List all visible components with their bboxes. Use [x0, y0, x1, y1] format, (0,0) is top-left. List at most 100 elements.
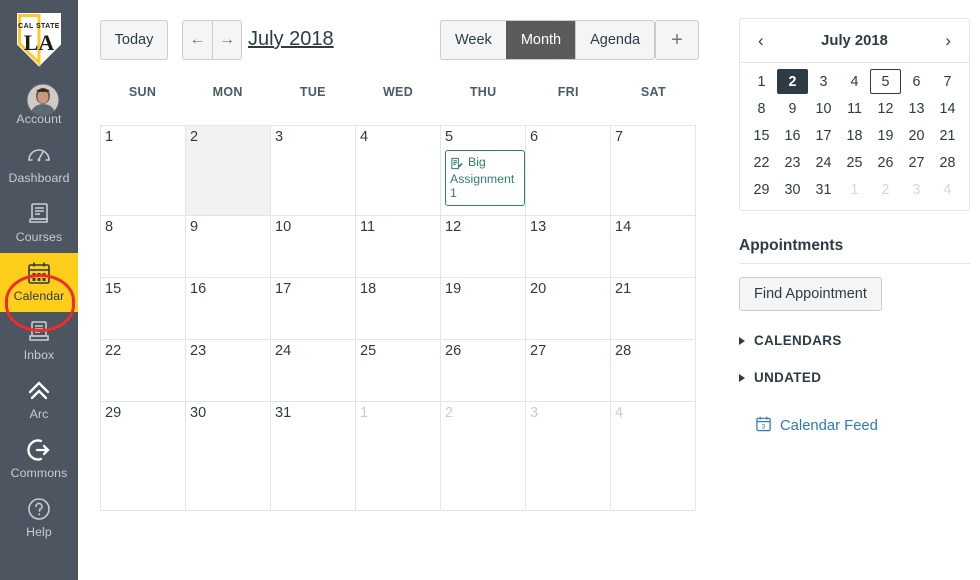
calendar-day-cell[interactable]: 2 [441, 402, 526, 511]
calendar-day-cell[interactable]: 9 [186, 216, 271, 278]
mini-calendar-day[interactable]: 17 [808, 123, 839, 148]
mini-calendar-day[interactable]: 15 [746, 123, 777, 148]
page-title[interactable]: July 2018 [248, 28, 334, 51]
mini-calendar-title: July 2018 [821, 32, 888, 49]
calendar-day-cell[interactable]: 14 [611, 216, 696, 278]
sidebar-item-dashboard[interactable]: Dashboard [0, 135, 78, 194]
calendar-day-cell[interactable]: 7 [611, 126, 696, 216]
mini-calendar-prev-button[interactable]: ‹ [754, 30, 768, 51]
calendar-day-cell[interactable]: 27 [526, 340, 611, 402]
sidebar-item-account[interactable]: Account [0, 76, 78, 135]
mini-calendar-day[interactable]: 28 [932, 150, 963, 175]
calendar-day-cell[interactable]: 20 [526, 278, 611, 340]
day-number: 10 [275, 219, 292, 235]
calendar-day-cell[interactable]: 13 [526, 216, 611, 278]
calendar-day-cell[interactable]: 25 [356, 340, 441, 402]
mini-calendar-day[interactable]: 5 [870, 69, 901, 94]
mini-calendar-day[interactable]: 3 [901, 177, 932, 202]
sidebar-item-help[interactable]: Help [0, 489, 78, 548]
calendar-day-cell[interactable]: 12 [441, 216, 526, 278]
calendar-day-cell[interactable]: 28 [611, 340, 696, 402]
calendar-day-cell[interactable]: 21 [611, 278, 696, 340]
calendars-section-toggle[interactable]: CALENDARS [739, 333, 968, 348]
mini-calendar-day[interactable]: 16 [777, 123, 808, 148]
mini-calendar-day[interactable]: 25 [839, 150, 870, 175]
mini-calendar-day[interactable]: 8 [746, 96, 777, 121]
sidebar-item-commons[interactable]: Commons [0, 430, 78, 489]
mini-calendar-day[interactable]: 12 [870, 96, 901, 121]
sidebar-item-inbox[interactable]: Inbox [0, 312, 78, 371]
calendar-day-cell[interactable]: 15 [101, 278, 186, 340]
calendar-toolbar: Today ← → July 2018 Week Month Agenda + [100, 20, 718, 62]
calendar-event[interactable]: Big Assignment 1 [445, 150, 525, 206]
mini-calendar-day[interactable]: 27 [901, 150, 932, 175]
mini-calendar-day[interactable]: 24 [808, 150, 839, 175]
calendar-day-cell[interactable]: 23 [186, 340, 271, 402]
calendar-day-cell[interactable]: 26 [441, 340, 526, 402]
mini-calendar-day[interactable]: 18 [839, 123, 870, 148]
calendar-day-cell[interactable]: 11 [356, 216, 441, 278]
calendar-day-cell[interactable]: 8 [101, 216, 186, 278]
calendar-day-cell[interactable]: 1 [101, 126, 186, 216]
calendar-day-cell[interactable]: 1 [356, 402, 441, 511]
calendar-day-cell[interactable]: 4 [356, 126, 441, 216]
calendar-day-cell[interactable]: 10 [271, 216, 356, 278]
undated-section-toggle[interactable]: UNDATED [739, 370, 968, 385]
month-navigation-group: ← → [182, 20, 242, 60]
previous-month-button[interactable]: ← [183, 21, 212, 59]
mini-calendar-day[interactable]: 30 [777, 177, 808, 202]
sidebar-item-arc[interactable]: Arc [0, 371, 78, 430]
next-month-button[interactable]: → [212, 21, 241, 59]
mini-calendar-day[interactable]: 3 [808, 69, 839, 94]
mini-calendar-day[interactable]: 13 [901, 96, 932, 121]
mini-calendar-day[interactable]: 19 [870, 123, 901, 148]
sidebar-item-calendar[interactable]: Calendar [0, 253, 78, 312]
mini-calendar-day[interactable]: 22 [746, 150, 777, 175]
mini-calendar-day[interactable]: 7 [932, 69, 963, 94]
calendar-day-cell[interactable]: 3 [271, 126, 356, 216]
mini-calendar-day[interactable]: 1 [746, 69, 777, 94]
calendar-day-cell[interactable]: 2 [186, 126, 271, 216]
mini-calendar-day[interactable]: 14 [932, 96, 963, 121]
mini-calendar-day[interactable]: 11 [839, 96, 870, 121]
today-button[interactable]: Today [100, 20, 168, 60]
mini-calendar-day[interactable]: 9 [777, 96, 808, 121]
sidebar-item-courses[interactable]: Courses [0, 194, 78, 253]
mini-calendar-day[interactable]: 23 [777, 150, 808, 175]
avatar-icon [26, 83, 60, 117]
mini-calendar-day[interactable]: 2 [870, 177, 901, 202]
calendar-day-cell[interactable]: 29 [101, 402, 186, 511]
mini-calendar-day[interactable]: 6 [901, 69, 932, 94]
mini-calendar-day[interactable]: 1 [839, 177, 870, 202]
calendar-day-cell[interactable]: 6 [526, 126, 611, 216]
calendar-day-cell[interactable]: 24 [271, 340, 356, 402]
calendar-day-cell[interactable]: 31 [271, 402, 356, 511]
mini-calendar-day[interactable]: 4 [839, 69, 870, 94]
calendar-day-cell[interactable]: 17 [271, 278, 356, 340]
mini-calendar-day[interactable]: 10 [808, 96, 839, 121]
cal-state-la-logo[interactable]: CAL STATE LA [0, 0, 78, 76]
calendar-day-cell[interactable]: 18 [356, 278, 441, 340]
section-label: CALENDARS [754, 333, 842, 348]
mini-calendar-day[interactable]: 31 [808, 177, 839, 202]
tab-month[interactable]: Month [505, 21, 576, 59]
calendar-feed-link[interactable]: 3 Calendar Feed [755, 415, 968, 436]
mini-calendar-day[interactable]: 4 [932, 177, 963, 202]
find-appointment-button[interactable]: Find Appointment [739, 277, 882, 311]
mini-calendar-day[interactable]: 21 [932, 123, 963, 148]
mini-calendar-day[interactable]: 2 [777, 69, 808, 94]
mini-calendar-next-button[interactable]: › [941, 30, 955, 51]
calendar-day-cell[interactable]: 22 [101, 340, 186, 402]
calendar-day-cell[interactable]: 16 [186, 278, 271, 340]
mini-calendar-day[interactable]: 26 [870, 150, 901, 175]
mini-calendar-day[interactable]: 29 [746, 177, 777, 202]
calendar-day-cell[interactable]: 30 [186, 402, 271, 511]
calendar-day-cell[interactable]: 4 [611, 402, 696, 511]
mini-calendar-day[interactable]: 20 [901, 123, 932, 148]
calendar-day-cell[interactable]: 5 Big Assignment 1 [441, 126, 526, 216]
tab-week[interactable]: Week [441, 21, 506, 59]
calendar-day-cell[interactable]: 3 [526, 402, 611, 511]
add-event-button[interactable]: + [655, 20, 699, 60]
tab-agenda[interactable]: Agenda [575, 21, 655, 59]
calendar-day-cell[interactable]: 19 [441, 278, 526, 340]
